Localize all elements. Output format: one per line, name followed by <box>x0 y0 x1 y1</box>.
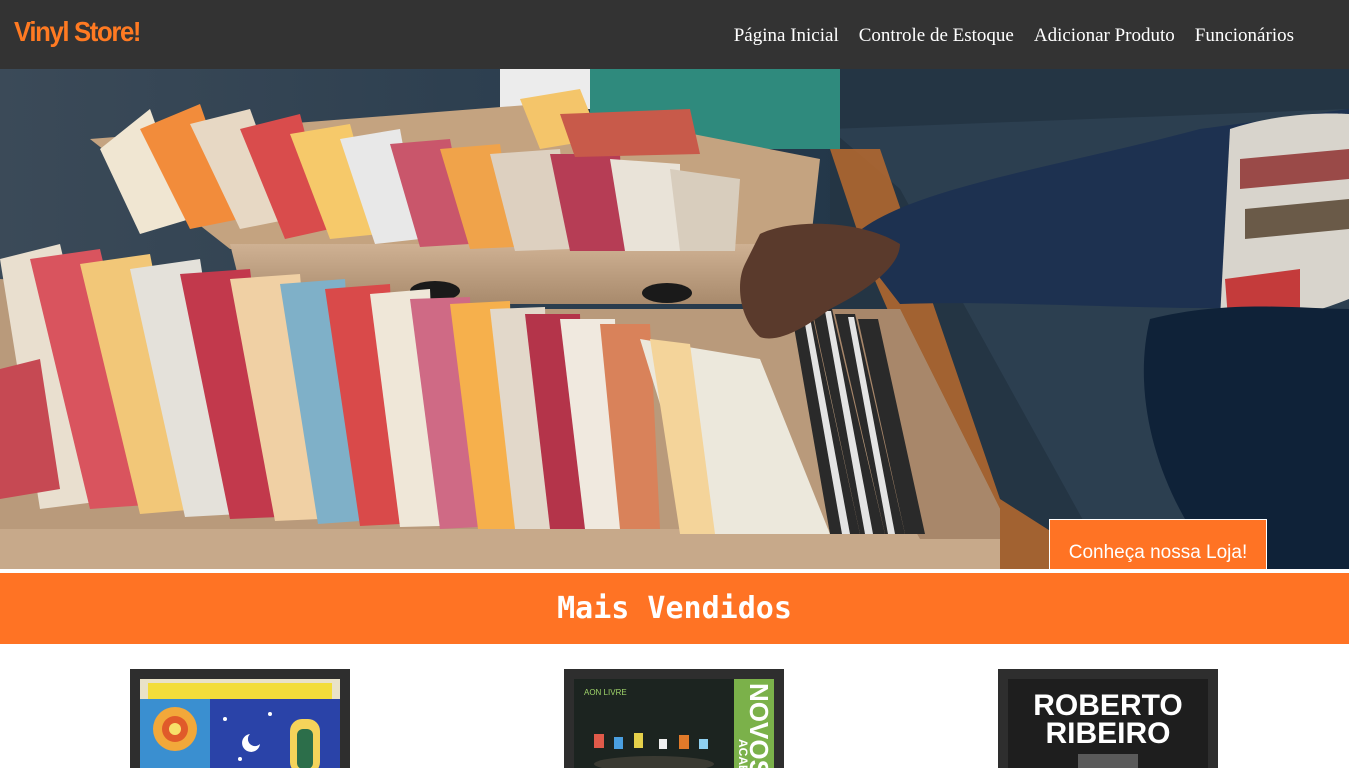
cover-text-acabou: ACABO <box>736 739 750 768</box>
nav-link-home[interactable]: Página Inicial <box>734 25 839 47</box>
cover-text-top: AON LIVRE <box>584 688 627 697</box>
nav-link-add-product[interactable]: Adicionar Produto <box>1034 25 1175 47</box>
main-nav: Página Inicial Controle de Estoque Adici… <box>734 25 1294 47</box>
visit-store-button[interactable]: Conheça nossa Loja! <box>1049 519 1267 569</box>
album-cover-roberto-ribeiro-icon: ROBERTO RIBEIRO <box>1008 679 1208 768</box>
nav-link-employees[interactable]: Funcionários <box>1195 25 1294 47</box>
product-card-3[interactable]: ROBERTO RIBEIRO <box>998 669 1218 768</box>
brand-logo[interactable]: Vinyl Store! <box>14 16 142 48</box>
top-navbar: Vinyl Store! Página Inicial Controle de … <box>0 0 1349 69</box>
hero-banner: Conheça nossa Loja! <box>0 69 1349 569</box>
best-sellers-title: Mais Vendidos <box>557 591 792 626</box>
product-card-2[interactable]: NOVOS ACABO AON LIVRE <box>564 669 784 768</box>
nav-link-stock-control[interactable]: Controle de Estoque <box>859 25 1014 47</box>
hero-record-crates-image <box>0 69 1349 569</box>
best-sellers-header: Mais Vendidos <box>0 573 1349 644</box>
album-cover-novos-acabou-icon: NOVOS ACABO AON LIVRE <box>574 679 774 768</box>
cover-text-ribeiro: RIBEIRO <box>1045 717 1170 750</box>
product-card-1[interactable] <box>130 669 350 768</box>
album-cover-cosmic-art-icon <box>140 679 340 768</box>
